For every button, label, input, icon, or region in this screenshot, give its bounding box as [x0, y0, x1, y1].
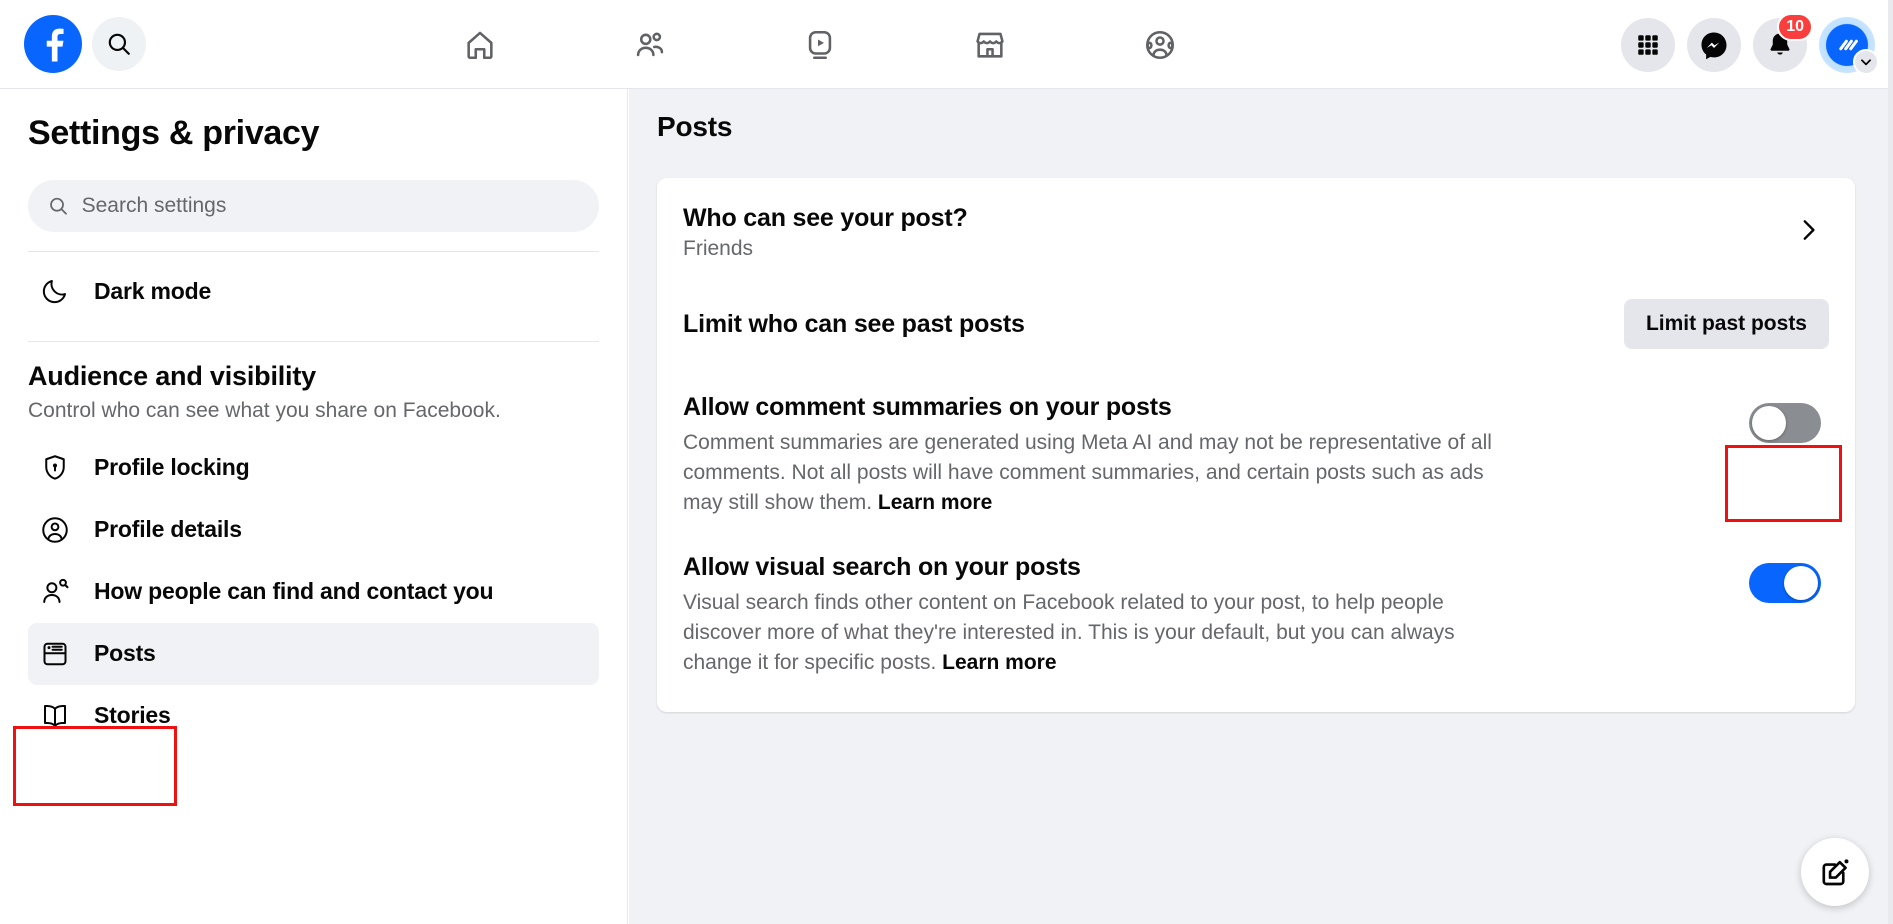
limit-past-posts-button[interactable]: Limit past posts: [1623, 299, 1829, 349]
visual-search-row: Allow visual search on your posts Visual…: [683, 523, 1829, 711]
main-title: Posts: [657, 111, 733, 142]
posts-icon: [38, 639, 72, 669]
visual-search-title: Allow visual search on your posts: [683, 553, 1081, 582]
visual-search-description: Visual search finds other content on Fac…: [683, 588, 1523, 677]
sidebar-item-label: Dark mode: [94, 277, 212, 304]
messenger-button[interactable]: [1687, 17, 1741, 72]
search-settings-input[interactable]: [81, 194, 579, 218]
search-button[interactable]: [92, 17, 146, 71]
limit-past-posts-title: Limit who can see past posts: [683, 309, 1025, 338]
chevron-down-icon: [1861, 58, 1871, 65]
marketplace-icon: [976, 32, 1004, 58]
sidebar-items-list: Profile locking Profile details How peop…: [28, 437, 599, 747]
friends-icon: [636, 32, 664, 56]
sidebar-item-profile-locking[interactable]: Profile locking: [28, 437, 599, 499]
compose-edit-icon: [1822, 859, 1849, 886]
chevron-right-icon[interactable]: [1795, 217, 1829, 248]
comment-summaries-toggle[interactable]: [1749, 403, 1821, 443]
who-can-see-value: Friends: [683, 237, 754, 260]
sidebar-item-profile-details[interactable]: Profile details: [28, 499, 599, 561]
divider-top: [28, 251, 599, 252]
top-navigation-bar: 10: [0, 0, 1893, 89]
sidebar-item-label: Profile locking: [94, 454, 250, 481]
moon-icon: [38, 276, 72, 306]
settings-sidebar: Settings & privacy Dark mode Audience an…: [0, 89, 628, 924]
sidebar-item-posts[interactable]: Posts: [28, 622, 599, 685]
visual-search-learn-more-link[interactable]: Learn more: [942, 651, 1056, 674]
toggle-knob: [1752, 406, 1786, 440]
visual-search-text: Visual search finds other content on Fac…: [683, 591, 1455, 675]
topbar-right-group: 10: [1621, 0, 1879, 89]
comment-summaries-text: Comment summaries are generated using Me…: [683, 431, 1492, 514]
topbar-nav-group: [390, 0, 1250, 89]
nav-video[interactable]: [764, 14, 876, 76]
avatar-chevron-button[interactable]: [1853, 48, 1879, 75]
limit-past-posts-row: Limit who can see past posts Limit past …: [683, 285, 1829, 363]
window-right-edge: [1888, 0, 1893, 924]
menu-button[interactable]: [1621, 17, 1675, 72]
grid-menu-icon: [1638, 34, 1658, 55]
nav-groups[interactable]: [1104, 14, 1216, 76]
nav-friends[interactable]: [594, 14, 706, 76]
person-search-icon: [38, 577, 72, 607]
home-icon: [467, 31, 493, 59]
page-title: Settings & privacy: [28, 114, 320, 152]
profile-circle-icon: [38, 515, 72, 545]
nav-home[interactable]: [424, 14, 536, 76]
visual-search-toggle[interactable]: [1749, 563, 1821, 604]
notifications-button[interactable]: 10: [1753, 12, 1813, 72]
avatar[interactable]: [1819, 16, 1879, 75]
sidebar-item-label: Posts: [94, 640, 156, 667]
notification-badge: 10: [1777, 12, 1813, 41]
facebook-logo[interactable]: [24, 15, 82, 73]
main-content: Posts Who can see your post? Friends Lim…: [629, 89, 1893, 924]
comment-summaries-title: Allow comment summaries on your posts: [683, 393, 1172, 421]
search-settings-box[interactable]: [28, 180, 599, 232]
video-icon: [808, 30, 832, 59]
sidebar-item-how-people-can-find-you[interactable]: How people can find and contact you: [28, 561, 599, 623]
search-icon: [50, 197, 67, 215]
nav-marketplace[interactable]: [934, 14, 1046, 76]
who-can-see-row[interactable]: Who can see your post? Friends: [683, 178, 1829, 285]
comment-summaries-row: Allow comment summaries on your posts Co…: [683, 363, 1829, 523]
divider-bottom: [28, 341, 599, 342]
toggle-knob: [1784, 566, 1818, 601]
sidebar-item-label: How people can find and contact you: [94, 578, 494, 605]
sidebar-item-dark-mode[interactable]: Dark mode: [28, 260, 599, 322]
book-icon: [38, 701, 72, 731]
groups-icon: [1145, 30, 1175, 59]
comment-summaries-learn-more-link[interactable]: Learn more: [878, 491, 992, 514]
topbar-left-group: [0, 15, 146, 73]
posts-settings-card: Who can see your post? Friends Limit who…: [657, 178, 1855, 712]
section-heading: Audience and visibility: [28, 361, 316, 391]
who-can-see-title: Who can see your post?: [683, 204, 968, 232]
sidebar-item-label: Stories: [94, 702, 171, 729]
compose-button[interactable]: [1801, 838, 1869, 906]
shield-lock-icon: [38, 453, 72, 483]
sidebar-item-stories[interactable]: Stories: [28, 685, 599, 747]
section-description: Control who can see what you share on Fa…: [28, 399, 501, 422]
messenger-icon: [1701, 32, 1727, 59]
search-icon: [108, 33, 130, 55]
comment-summaries-description: Comment summaries are generated using Me…: [683, 428, 1523, 517]
sidebar-item-label: Profile details: [94, 516, 242, 543]
